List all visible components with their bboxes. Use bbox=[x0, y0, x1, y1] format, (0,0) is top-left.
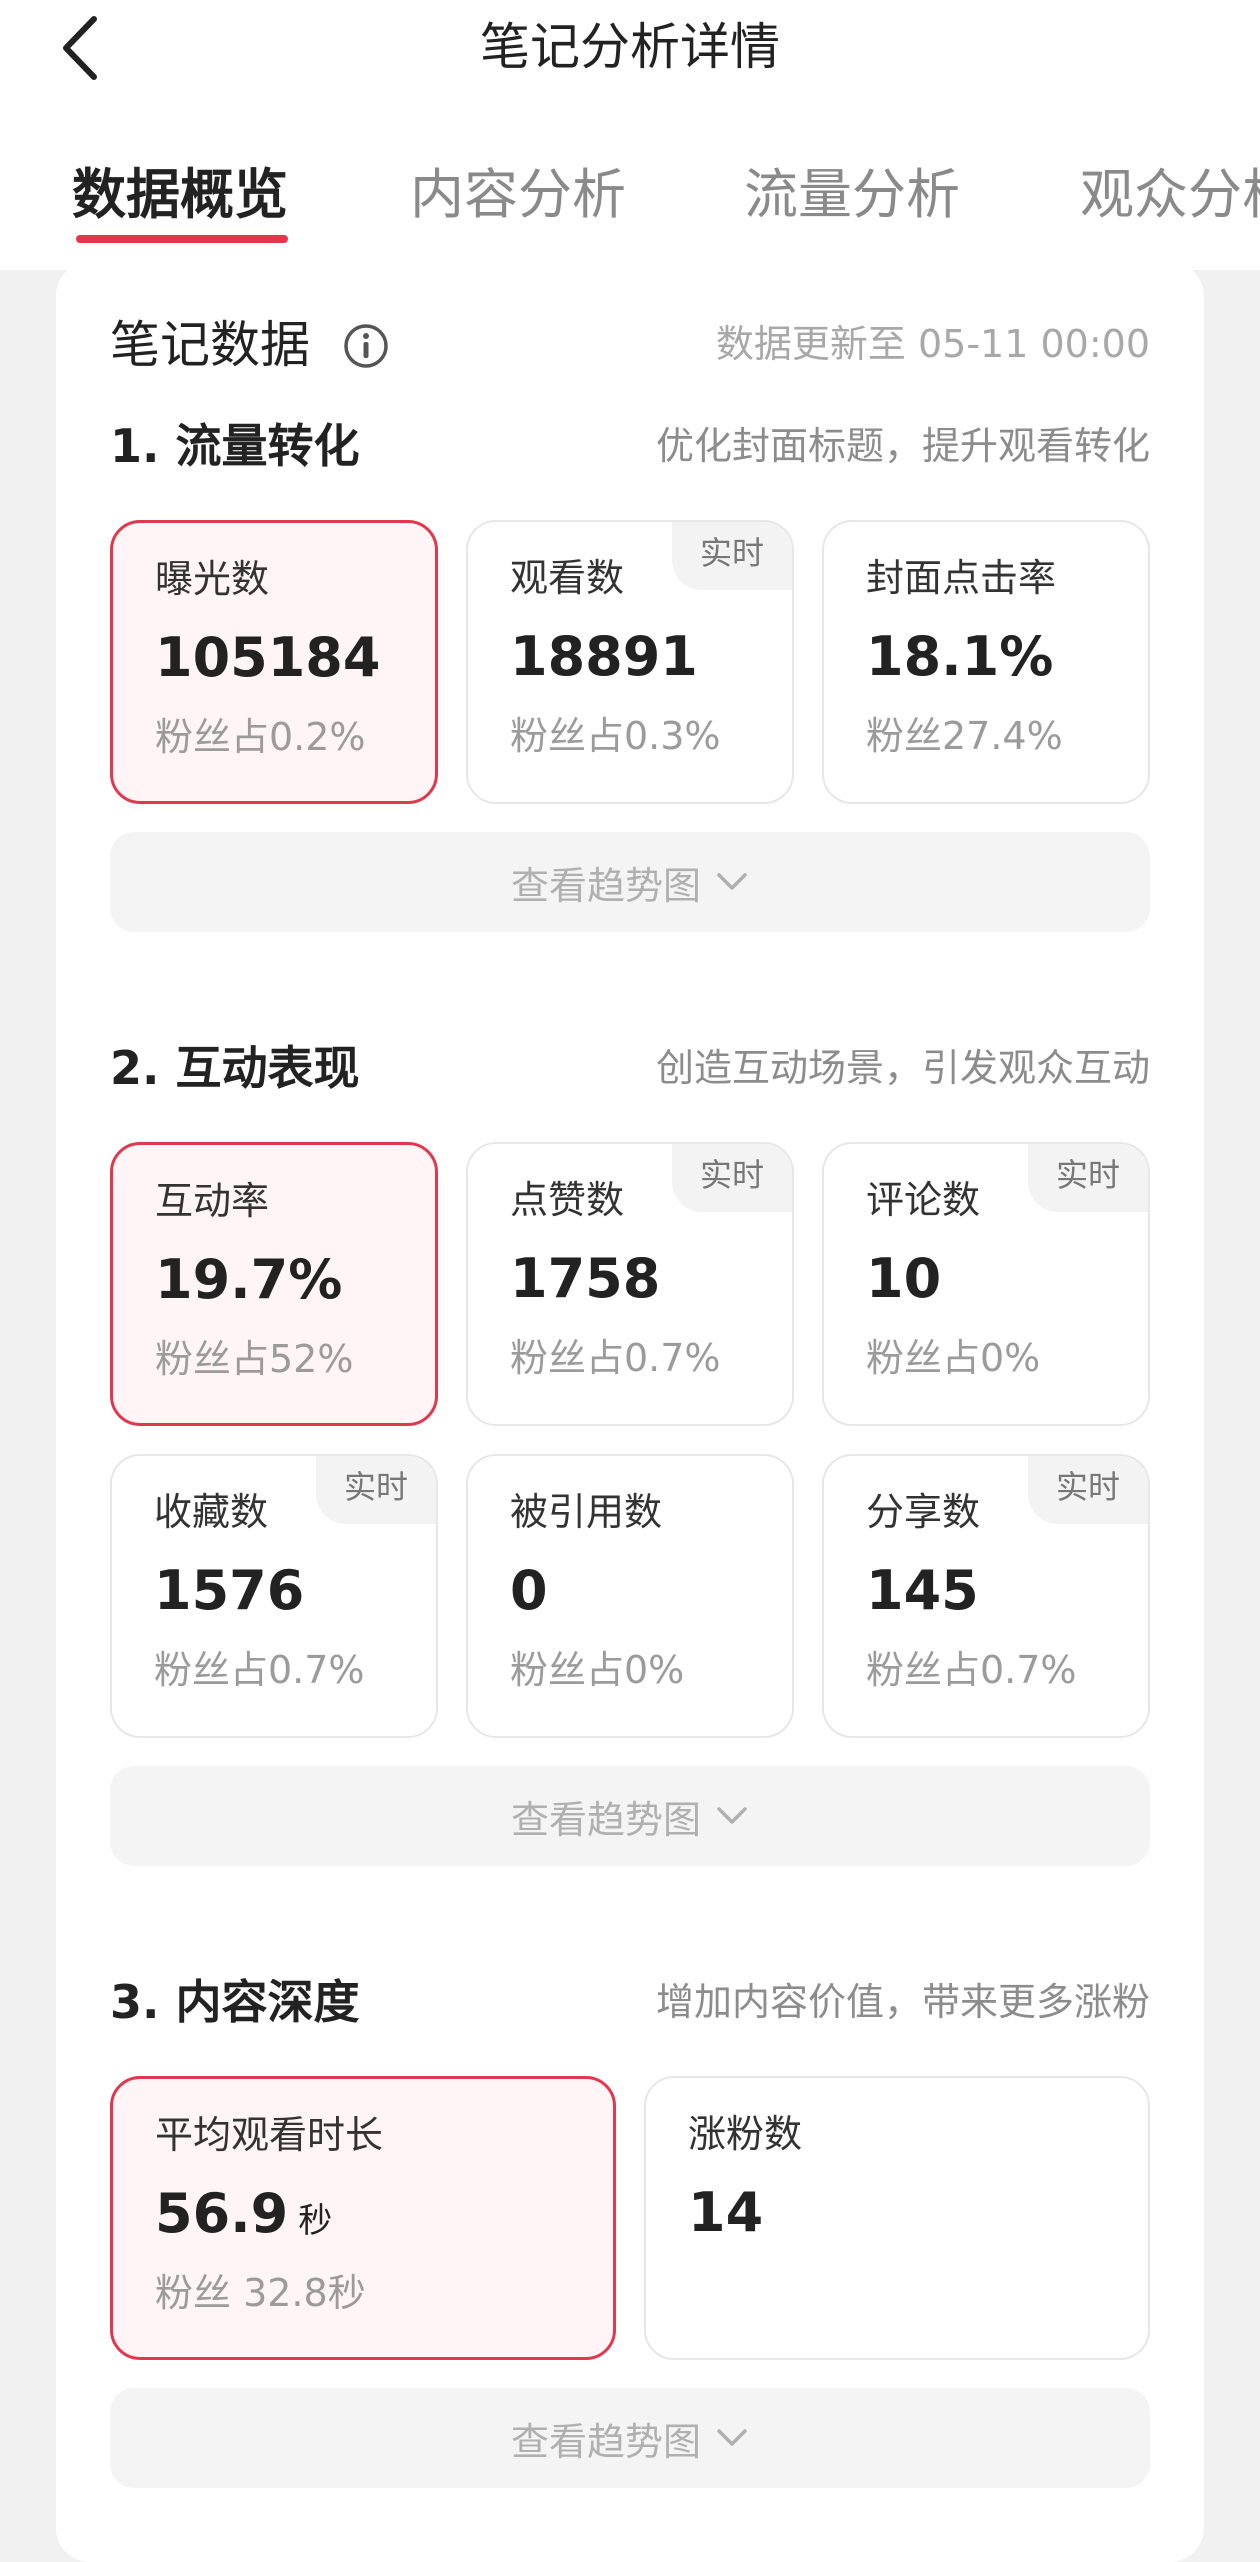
info-icon[interactable] bbox=[342, 322, 390, 370]
metric-label: 封面点击率 bbox=[866, 556, 1057, 600]
metric-value: 145 bbox=[866, 1559, 979, 1622]
metric-fan-ratio: 粉丝占0% bbox=[866, 1336, 1041, 1380]
metric-value: 18.1% bbox=[866, 625, 1054, 688]
metric-card-avg-watch-time[interactable]: 平均观看时长 56.9 秒 粉丝 32.8秒 bbox=[110, 2076, 616, 2360]
metric-label: 观看数 bbox=[510, 556, 625, 600]
view-trend-button-traffic[interactable]: 查看趋势图 bbox=[110, 832, 1150, 932]
page-title: 笔记分析详情 bbox=[480, 18, 780, 76]
tab-traffic-analysis[interactable]: 流量分析 bbox=[744, 150, 960, 240]
section-title-traffic: 1. 流量转化 bbox=[110, 419, 360, 473]
metric-fan-ratio: 粉丝占0% bbox=[510, 1648, 685, 1692]
metric-value: 1758 bbox=[510, 1247, 661, 1310]
metric-value: 105184 bbox=[155, 626, 381, 689]
metric-label: 评论数 bbox=[866, 1178, 981, 1222]
metric-fan-ratio: 粉丝27.4% bbox=[866, 714, 1063, 758]
metric-card-views[interactable]: 实时 观看数 18891 粉丝占0.3% bbox=[466, 520, 794, 804]
metric-label: 分享数 bbox=[866, 1490, 981, 1534]
data-update-time: 数据更新至 05-11 00:00 bbox=[715, 322, 1150, 366]
metric-card-new-followers[interactable]: 涨粉数 14 bbox=[644, 2076, 1150, 2360]
metric-label: 曝光数 bbox=[155, 557, 270, 601]
realtime-badge: 实时 bbox=[316, 1456, 436, 1524]
metric-card-engagement-rate[interactable]: 互动率 19.7% 粉丝占52% bbox=[110, 1142, 438, 1426]
section-hint-traffic: 优化封面标题，提升观看转化 bbox=[655, 424, 1150, 468]
metric-fan-ratio: 粉丝占52% bbox=[155, 1337, 354, 1381]
metric-card-cover-ctr[interactable]: 封面点击率 18.1% 粉丝27.4% bbox=[822, 520, 1150, 804]
metric-label: 平均观看时长 bbox=[155, 2113, 384, 2157]
metric-fan-ratio: 粉丝占0.7% bbox=[154, 1648, 365, 1692]
active-tab-indicator bbox=[76, 235, 288, 243]
metric-label: 涨粉数 bbox=[688, 2112, 803, 2156]
chevron-down-icon bbox=[717, 873, 747, 890]
metric-value: 19.7% bbox=[155, 1248, 343, 1311]
metric-value: 0 bbox=[510, 1559, 548, 1622]
metric-label: 被引用数 bbox=[510, 1490, 663, 1534]
section-title-content-depth: 3. 内容深度 bbox=[110, 1975, 360, 2029]
top-bar: 笔记分析详情 数据概览 内容分析 流量分析 观众分析 bbox=[0, 0, 1260, 270]
trend-button-label: 查看趋势图 bbox=[510, 863, 701, 908]
metric-fan-ratio: 粉丝 32.8秒 bbox=[155, 2271, 366, 2315]
metric-value: 1576 bbox=[154, 1559, 305, 1622]
metric-card-comments[interactable]: 实时 评论数 10 粉丝占0% bbox=[822, 1142, 1150, 1426]
note-data-card: 笔记数据 数据更新至 05-11 00:00 1. 流量转化 优化封面标题，提升… bbox=[56, 262, 1204, 2562]
metric-fan-ratio: 粉丝占0.3% bbox=[510, 714, 721, 758]
realtime-badge: 实时 bbox=[672, 522, 792, 590]
trend-button-label: 查看趋势图 bbox=[510, 1797, 701, 1842]
metric-value: 14 bbox=[688, 2181, 764, 2244]
realtime-badge: 实时 bbox=[672, 1144, 792, 1212]
metric-fan-ratio: 粉丝占0.2% bbox=[155, 715, 366, 759]
metric-card-likes[interactable]: 实时 点赞数 1758 粉丝占0.7% bbox=[466, 1142, 794, 1426]
tab-audience-analysis[interactable]: 观众分析 bbox=[1080, 150, 1260, 240]
metric-value: 56.9 bbox=[155, 2182, 289, 2245]
metric-fan-ratio: 粉丝占0.7% bbox=[866, 1648, 1077, 1692]
chevron-down-icon bbox=[717, 2429, 747, 2446]
card-title: 笔记数据 bbox=[110, 316, 310, 374]
section-hint-engagement: 创造互动场景，引发观众互动 bbox=[655, 1046, 1150, 1090]
metric-label: 收藏数 bbox=[154, 1490, 269, 1534]
realtime-badge: 实时 bbox=[1028, 1456, 1148, 1524]
metric-value: 10 bbox=[866, 1247, 942, 1310]
metric-card-shares[interactable]: 实时 分享数 145 粉丝占0.7% bbox=[822, 1454, 1150, 1738]
metric-value: 18891 bbox=[510, 625, 698, 688]
metric-label: 互动率 bbox=[155, 1179, 270, 1223]
metric-unit: 秒 bbox=[298, 2201, 333, 2241]
metric-value-wrap: 56.9 秒 bbox=[155, 2179, 332, 2256]
section-hint-content-depth: 增加内容价值，带来更多涨粉 bbox=[655, 1980, 1150, 2024]
tab-overview[interactable]: 数据概览 bbox=[72, 150, 288, 240]
metric-card-citations[interactable]: 被引用数 0 粉丝占0% bbox=[466, 1454, 794, 1738]
metric-label: 点赞数 bbox=[510, 1178, 625, 1222]
metric-card-favorites[interactable]: 实时 收藏数 1576 粉丝占0.7% bbox=[110, 1454, 438, 1738]
view-trend-button-content-depth[interactable]: 查看趋势图 bbox=[110, 2388, 1150, 2488]
realtime-badge: 实时 bbox=[1028, 1144, 1148, 1212]
metric-fan-ratio: 粉丝占0.7% bbox=[510, 1336, 721, 1380]
chevron-down-icon bbox=[717, 1807, 747, 1824]
section-title-engagement: 2. 互动表现 bbox=[110, 1041, 360, 1095]
metric-card-impressions[interactable]: 曝光数 105184 粉丝占0.2% bbox=[110, 520, 438, 804]
view-trend-button-engagement[interactable]: 查看趋势图 bbox=[110, 1766, 1150, 1866]
trend-button-label: 查看趋势图 bbox=[510, 2419, 701, 2464]
tab-content-analysis[interactable]: 内容分析 bbox=[410, 150, 626, 240]
